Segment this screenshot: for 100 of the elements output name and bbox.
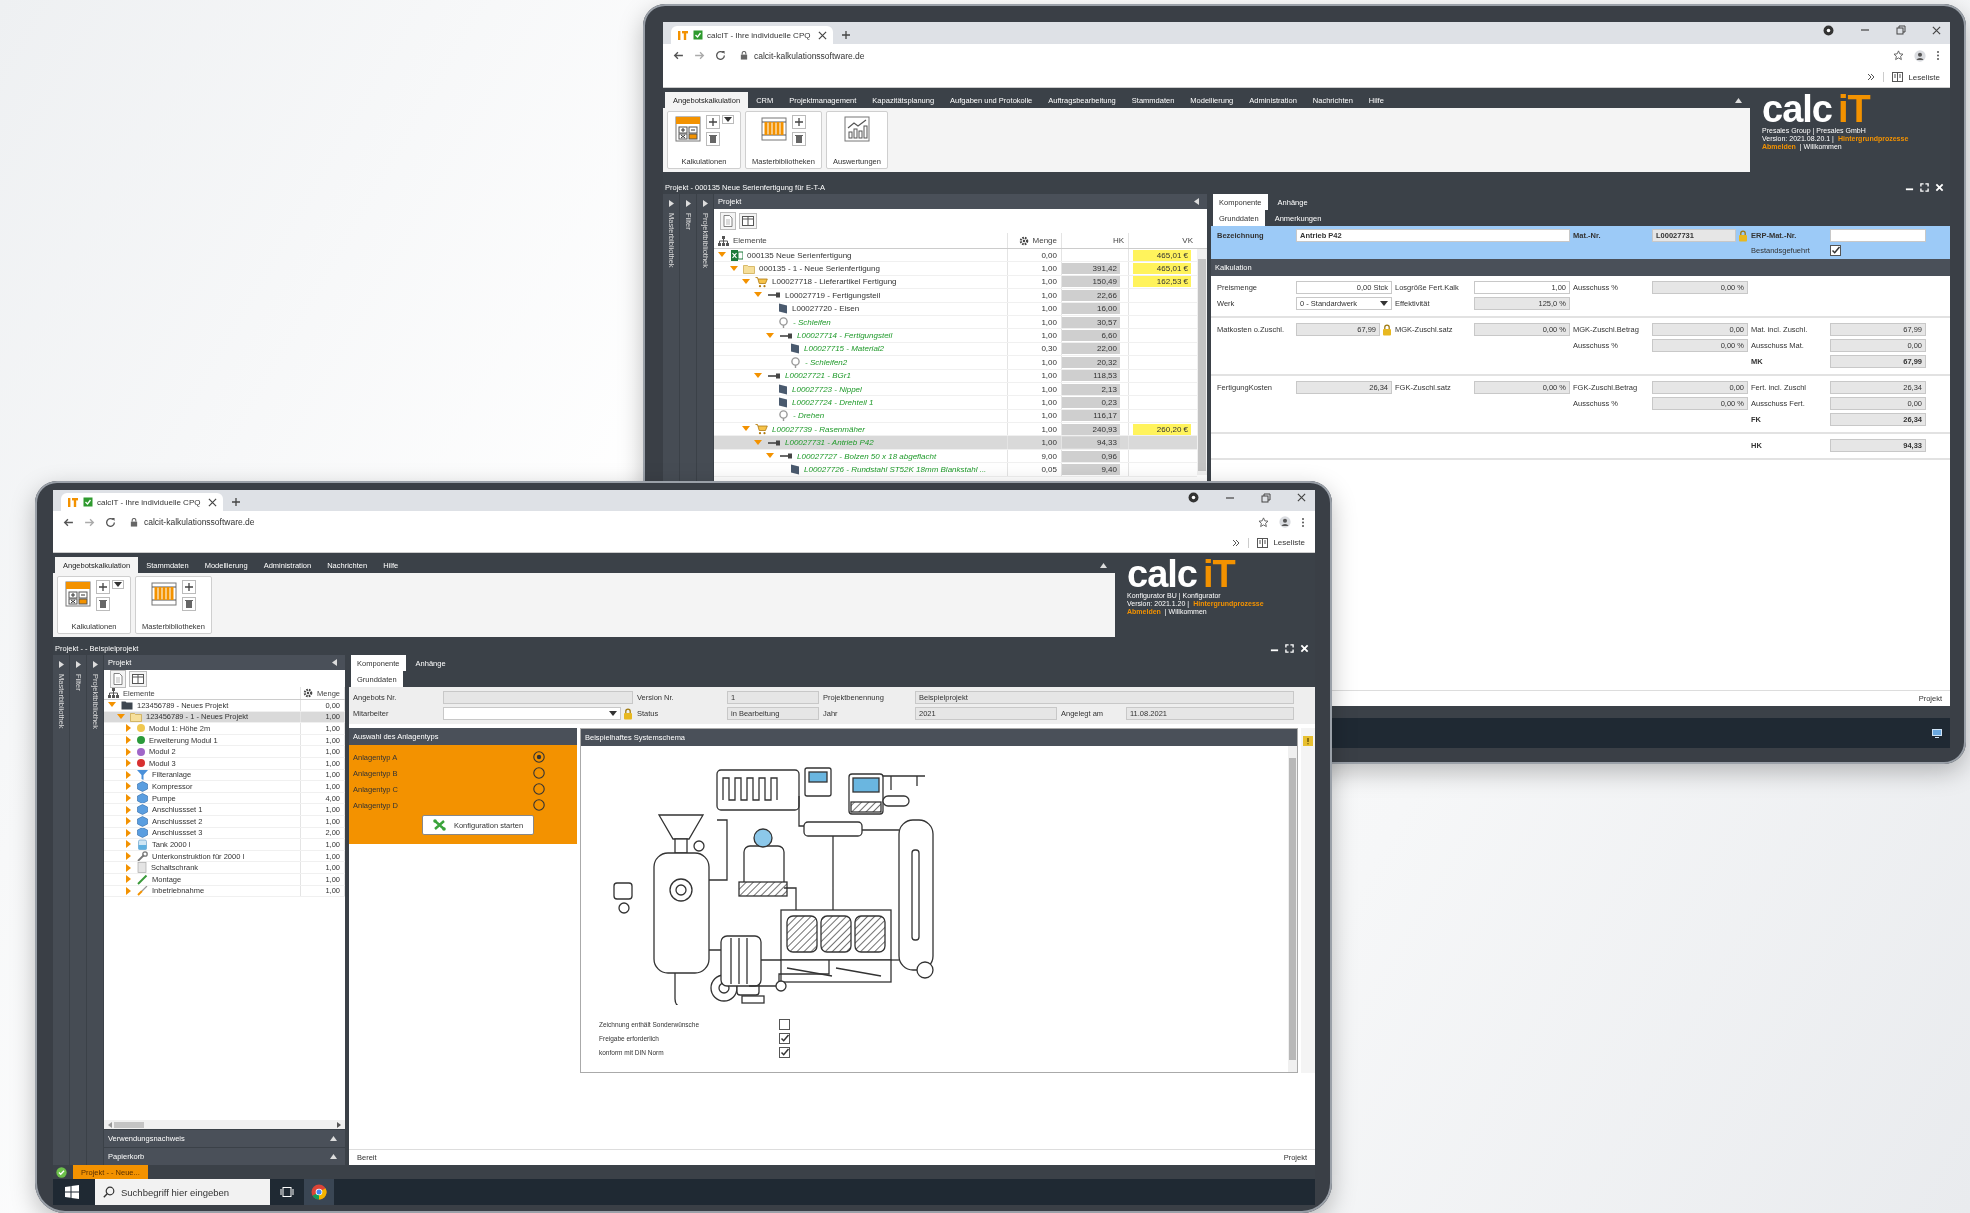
reload-icon[interactable]: [105, 516, 116, 528]
document-button[interactable]: [720, 212, 736, 230]
back-arrow-icon[interactable]: [63, 516, 74, 528]
scrollbar[interactable]: [1288, 746, 1297, 1072]
caret-down-icon[interactable]: [112, 580, 124, 589]
scrollbar-thumb[interactable]: [1289, 758, 1296, 1060]
tree-row[interactable]: - Schleifen2 1,00 20,32: [714, 356, 1197, 370]
trash-icon[interactable]: [706, 132, 720, 146]
tree-row[interactable]: L00027720 - Eisen 1,00 16,00: [714, 302, 1197, 316]
columns-button[interactable]: [129, 670, 147, 687]
plus-icon[interactable]: [96, 580, 110, 594]
menu-icon[interactable]: [1936, 50, 1940, 61]
close-icon[interactable]: [818, 30, 827, 40]
collapse-arrow-icon[interactable]: [332, 659, 337, 666]
maximize-icon[interactable]: [1285, 643, 1294, 653]
profile-icon[interactable]: [1279, 516, 1291, 528]
expand-arrow-icon[interactable]: [702, 200, 708, 207]
dropdown-field[interactable]: [443, 707, 621, 720]
tree-row[interactable]: L00027723 - Nippel 1,00 2,13: [714, 382, 1197, 397]
browser-tab[interactable]: calcIT - Ihre individuelle CPQ: [61, 493, 223, 511]
plus-icon[interactable]: [182, 580, 197, 594]
tree-row[interactable]: L00027715 - Material2 0,30 22,00: [714, 342, 1197, 357]
trash-icon[interactable]: [96, 597, 110, 611]
calculator-icon[interactable]: [64, 580, 92, 608]
column-header[interactable]: HK: [1062, 233, 1129, 248]
collapse-icon[interactable]: [1735, 97, 1742, 103]
double-chevron-icon[interactable]: [1232, 538, 1241, 547]
scrollbar-thumb[interactable]: [1198, 259, 1206, 471]
shopping-cart-icon: [755, 275, 768, 288]
scrollbar-thumb[interactable]: [114, 1121, 144, 1128]
reading-list-button[interactable]: Leseliste: [1248, 537, 1305, 548]
browser-tab[interactable]: calcIT - Ihre individuelle CPQ: [671, 26, 833, 44]
close-icon[interactable]: [1297, 493, 1306, 502]
plus-icon[interactable]: [841, 30, 851, 40]
restore-icon[interactable]: [1261, 492, 1271, 503]
search-field[interactable]: Suchbegriff hier eingeben: [95, 1179, 270, 1205]
task-view-icon[interactable]: [280, 1186, 294, 1198]
tree-row[interactable]: 000135 Neue Serienfertigung 0,00 465,01 €: [714, 249, 1197, 263]
radio-button[interactable]: [533, 799, 545, 811]
menu-icon[interactable]: [1301, 516, 1305, 528]
reload-icon[interactable]: [715, 50, 726, 61]
radio-button[interactable]: [533, 751, 545, 763]
expand-arrow-icon[interactable]: [75, 661, 81, 668]
double-chevron-icon[interactable]: [1867, 73, 1876, 81]
plus-icon[interactable]: [792, 115, 807, 129]
scrollbar[interactable]: [104, 1120, 345, 1129]
checkbox[interactable]: [779, 1047, 790, 1058]
plus-icon[interactable]: [706, 115, 720, 129]
browser-taskbar-button[interactable]: [304, 1179, 334, 1205]
expand-arrow-icon[interactable]: [58, 661, 64, 668]
profile-icon[interactable]: [1914, 49, 1926, 62]
tree-row[interactable]: - Drehen 1,00 116,17: [714, 409, 1197, 424]
star-icon[interactable]: [1893, 50, 1904, 61]
tree-row[interactable]: L00027721 - BGr1 1,00 118,53: [714, 369, 1197, 383]
expand-arrow-icon[interactable]: [685, 200, 691, 207]
padlock-icon[interactable]: [1382, 323, 1392, 336]
calculator-icon[interactable]: [674, 115, 702, 143]
reading-list-button[interactable]: Leseliste: [1883, 72, 1940, 82]
star-icon[interactable]: [1258, 516, 1269, 528]
column-header[interactable]: Menge: [1008, 233, 1062, 248]
collapse-icon[interactable]: [1100, 562, 1107, 568]
tree-row[interactable]: L00027724 - Drehteil 1 1,00 0,23: [714, 396, 1197, 410]
warning-icon[interactable]: [1303, 736, 1313, 746]
column-header[interactable]: VK: [1129, 233, 1197, 248]
restore-icon[interactable]: [1896, 25, 1906, 35]
windows-start-icon[interactable]: [65, 1185, 79, 1199]
record-icon[interactable]: [1188, 492, 1199, 503]
checkbox[interactable]: [1830, 245, 1841, 256]
tree-row[interactable]: L00027714 - Fertigungsteil 1,00 6,60: [714, 329, 1197, 343]
tree-item-label: L00027724 - Drehteil 1: [792, 398, 874, 407]
tree-row[interactable]: L00027727 - Bolzen 50 x 18 abgeflacht 9,00 0,96: [714, 449, 1197, 464]
tree-row[interactable]: - Schleifen 1,00 30,57: [714, 315, 1197, 330]
checkbox[interactable]: [779, 1033, 790, 1044]
close-icon[interactable]: [208, 497, 217, 507]
plus-icon[interactable]: [231, 497, 241, 507]
caret-down-icon[interactable]: [722, 115, 734, 124]
columns-button[interactable]: [739, 213, 757, 229]
record-icon[interactable]: [1823, 24, 1834, 36]
tree-row[interactable]: L00027719 - Fertigungsteil 1,00 22,66: [714, 289, 1197, 303]
expand-arrow-icon[interactable]: [92, 661, 98, 668]
collapse-arrow-icon[interactable]: [1194, 198, 1199, 205]
radio-button[interactable]: [533, 767, 545, 779]
monitor-icon[interactable]: [1932, 728, 1942, 738]
trash-icon[interactable]: [792, 132, 807, 146]
line-chart-icon[interactable]: [842, 115, 871, 143]
scrollbar[interactable]: [1197, 249, 1207, 475]
tree-row[interactable]: L00027731 - Antrieb P42 1,00 94,33: [714, 436, 1197, 450]
maximize-icon[interactable]: [1920, 182, 1929, 192]
checkbox[interactable]: [779, 1019, 790, 1030]
expand-arrow-icon[interactable]: [668, 200, 674, 207]
padlock-icon[interactable]: [623, 707, 633, 720]
back-arrow-icon[interactable]: [673, 50, 684, 61]
column-header[interactable]: Elemente: [714, 233, 1008, 248]
tree-row[interactable]: L00027726 - Rundstahl ST52K 18mm Blankstahl ... 0,05 9,40: [714, 463, 1197, 477]
input-field[interactable]: [1830, 229, 1926, 242]
close-icon[interactable]: [1932, 25, 1941, 35]
radio-button[interactable]: [533, 783, 545, 795]
tree-row[interactable]: 000135 - 1 - Neue Serienfertigung 1,00 391,42 465,01 €: [714, 262, 1197, 276]
trash-icon[interactable]: [182, 597, 197, 611]
tree-row[interactable]: L00027718 - Lieferartikel Fertigung 1,00 150,49 162,53 €: [714, 275, 1197, 290]
